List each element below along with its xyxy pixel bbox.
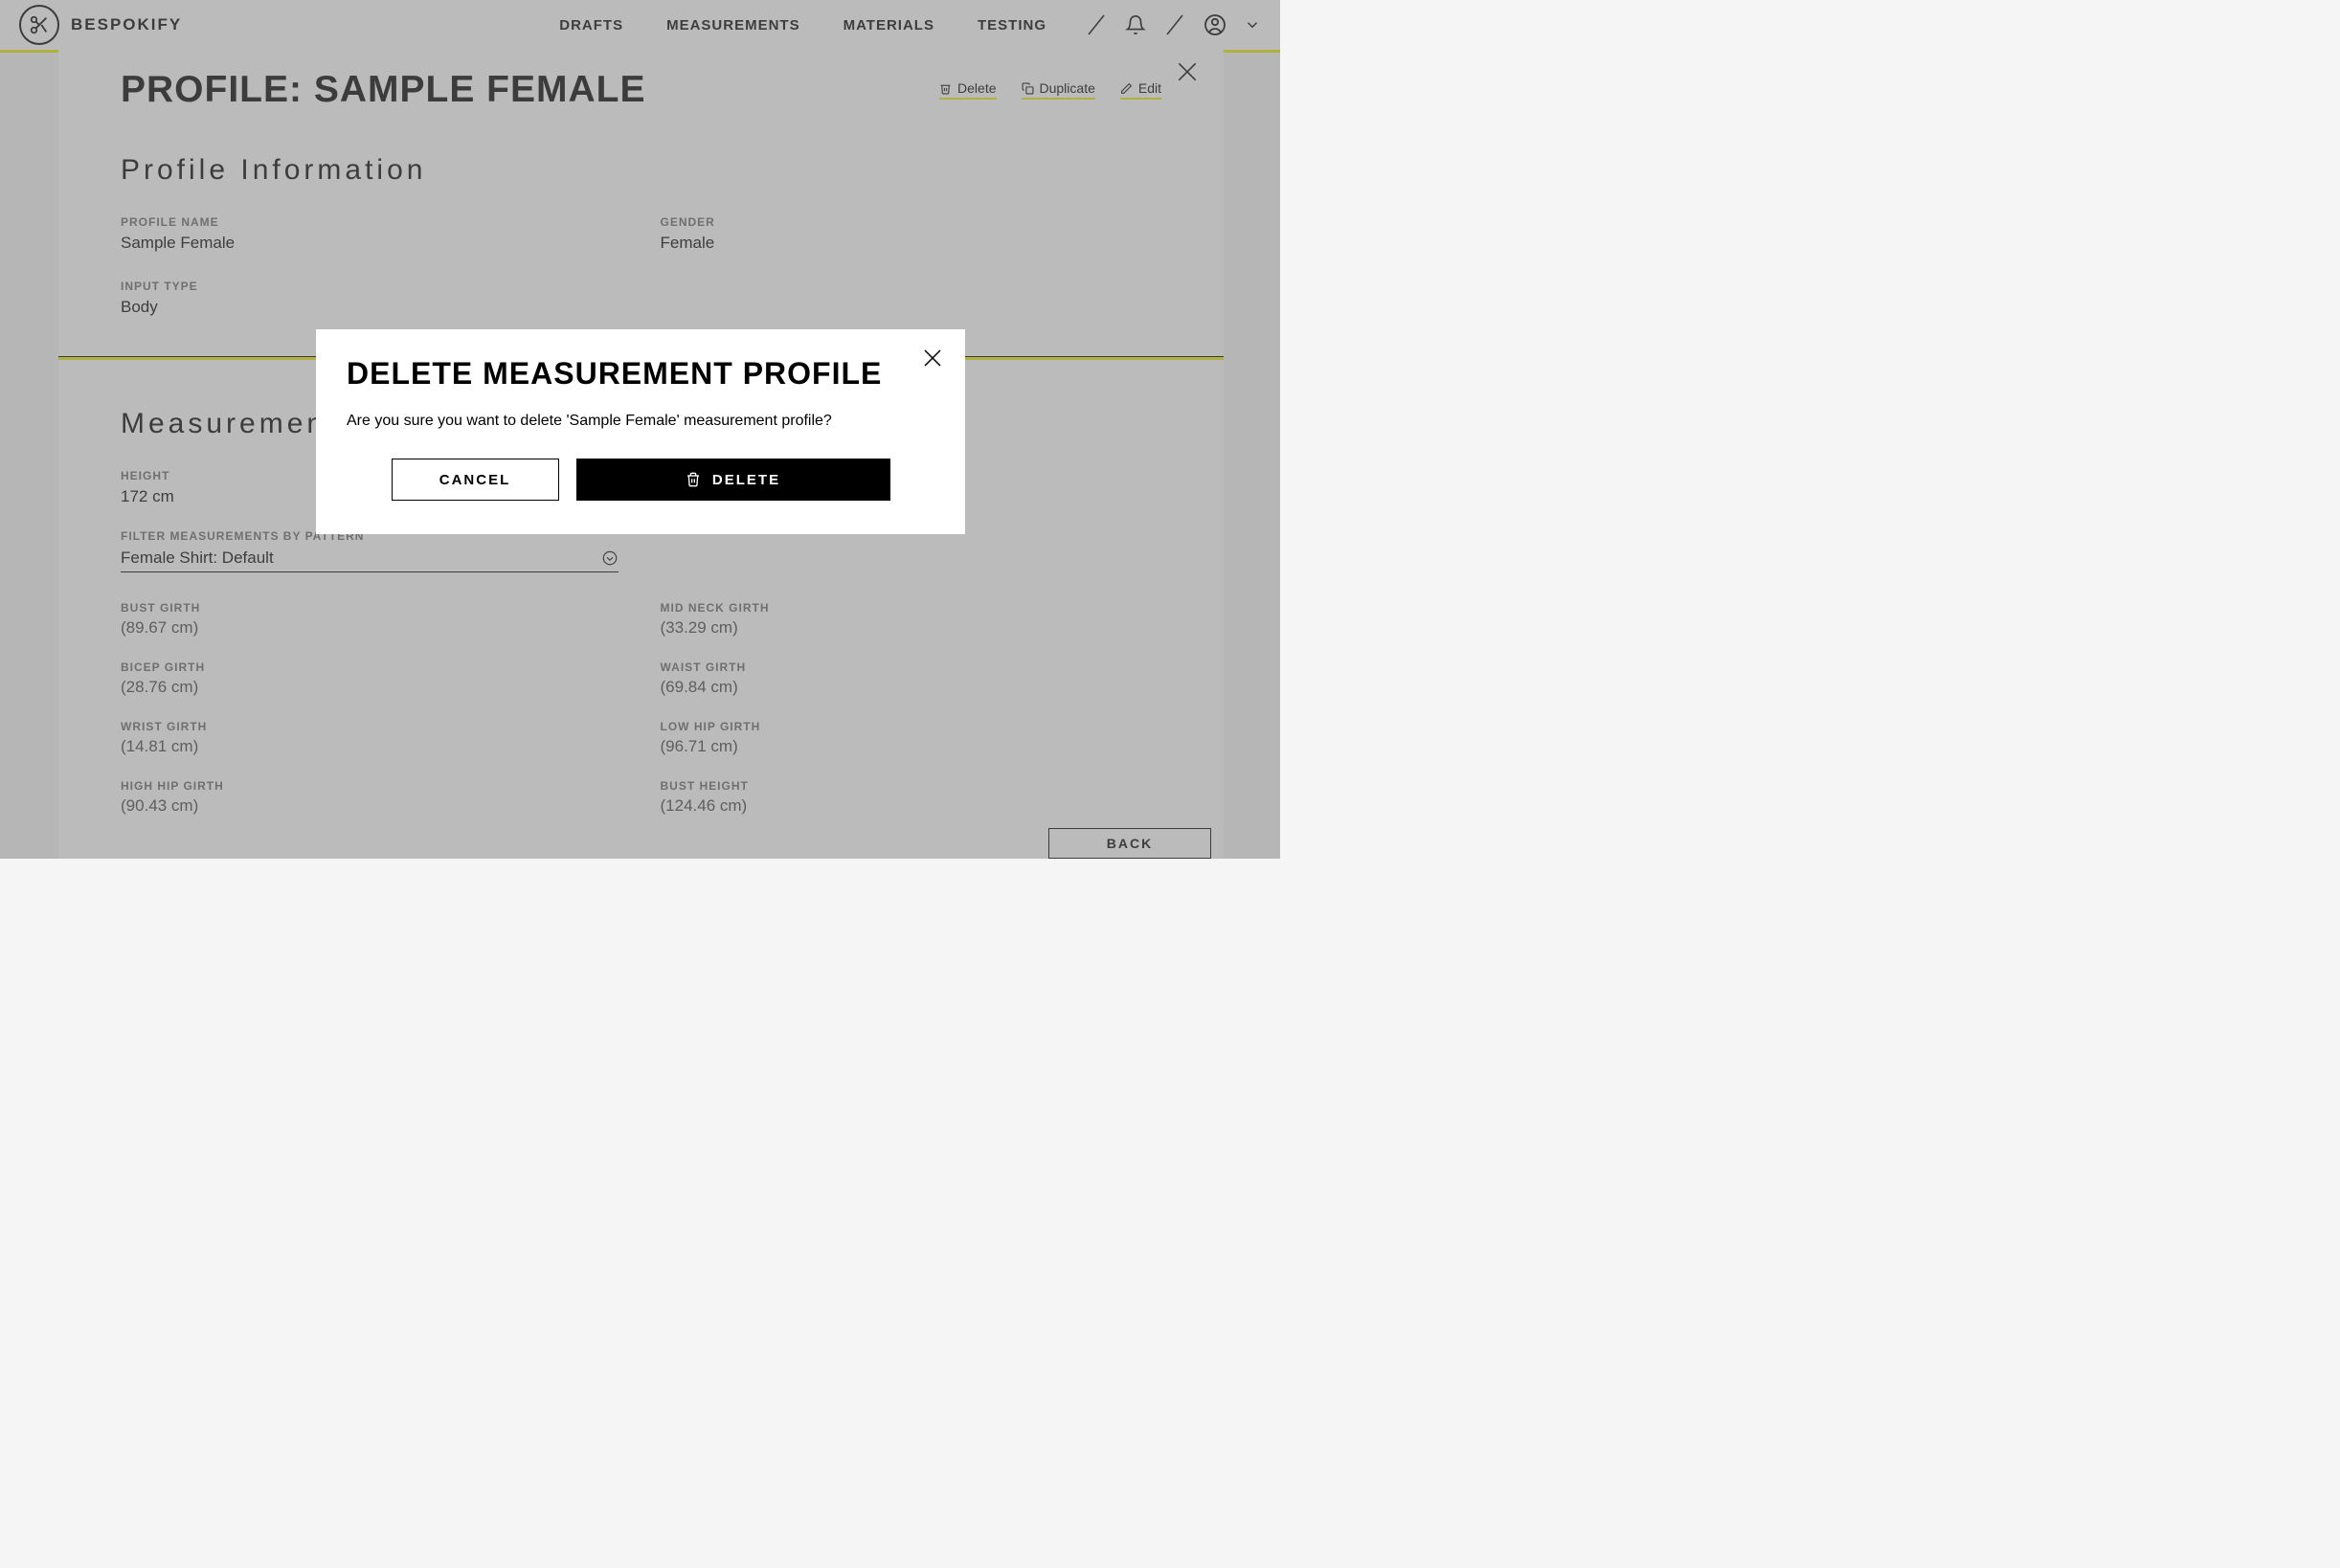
confirm-delete-label: DELETE (712, 472, 780, 488)
delete-confirmation-modal: DELETE MEASUREMENT PROFILE Are you sure … (316, 329, 965, 534)
trash-icon (686, 472, 701, 487)
cancel-button-label: CANCEL (439, 472, 511, 488)
modal-title: DELETE MEASUREMENT PROFILE (347, 356, 934, 392)
close-icon (921, 347, 944, 370)
modal-message: Are you sure you want to delete 'Sample … (347, 413, 934, 430)
confirm-delete-button[interactable]: DELETE (576, 459, 890, 501)
modal-close-button[interactable] (921, 347, 944, 374)
cancel-button[interactable]: CANCEL (392, 459, 559, 501)
